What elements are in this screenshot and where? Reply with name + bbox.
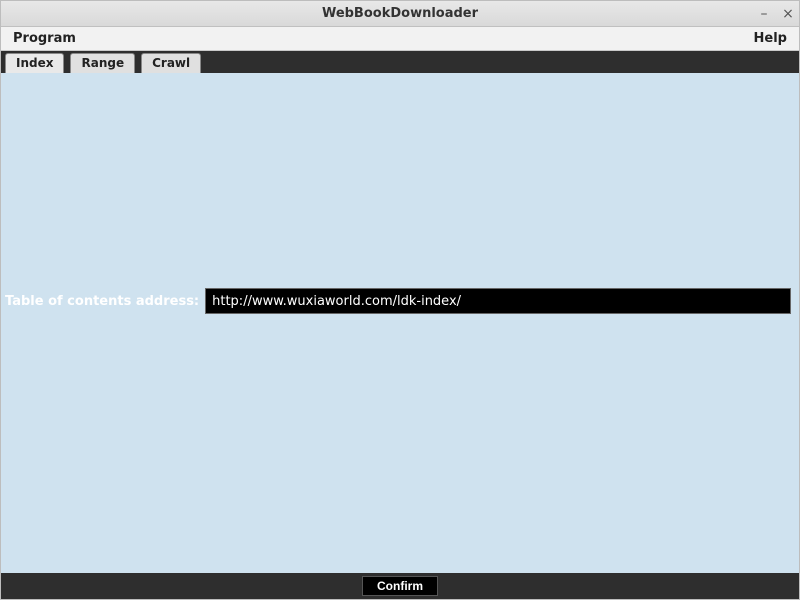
minimize-icon[interactable]: – [757, 7, 771, 21]
confirm-button[interactable]: Confirm [362, 576, 438, 596]
tab-index[interactable]: Index [5, 53, 64, 73]
content-panel: Table of contents address: [1, 73, 799, 573]
app-window: WebBookDownloader – × Program Help Index… [0, 0, 800, 600]
menu-program[interactable]: Program [9, 29, 80, 48]
tab-range[interactable]: Range [70, 53, 135, 73]
tab-row: Index Range Crawl [1, 51, 799, 73]
window-controls: – × [757, 1, 795, 27]
address-row: Table of contents address: [5, 288, 791, 314]
close-icon[interactable]: × [781, 7, 795, 21]
menubar: Program Help [1, 27, 799, 51]
address-input[interactable] [205, 288, 791, 314]
window-title: WebBookDownloader [1, 6, 799, 21]
titlebar: WebBookDownloader – × [1, 1, 799, 27]
tab-crawl[interactable]: Crawl [141, 53, 201, 73]
bottom-bar: Confirm [1, 573, 799, 599]
menu-help[interactable]: Help [750, 29, 791, 48]
address-label: Table of contents address: [5, 294, 199, 309]
